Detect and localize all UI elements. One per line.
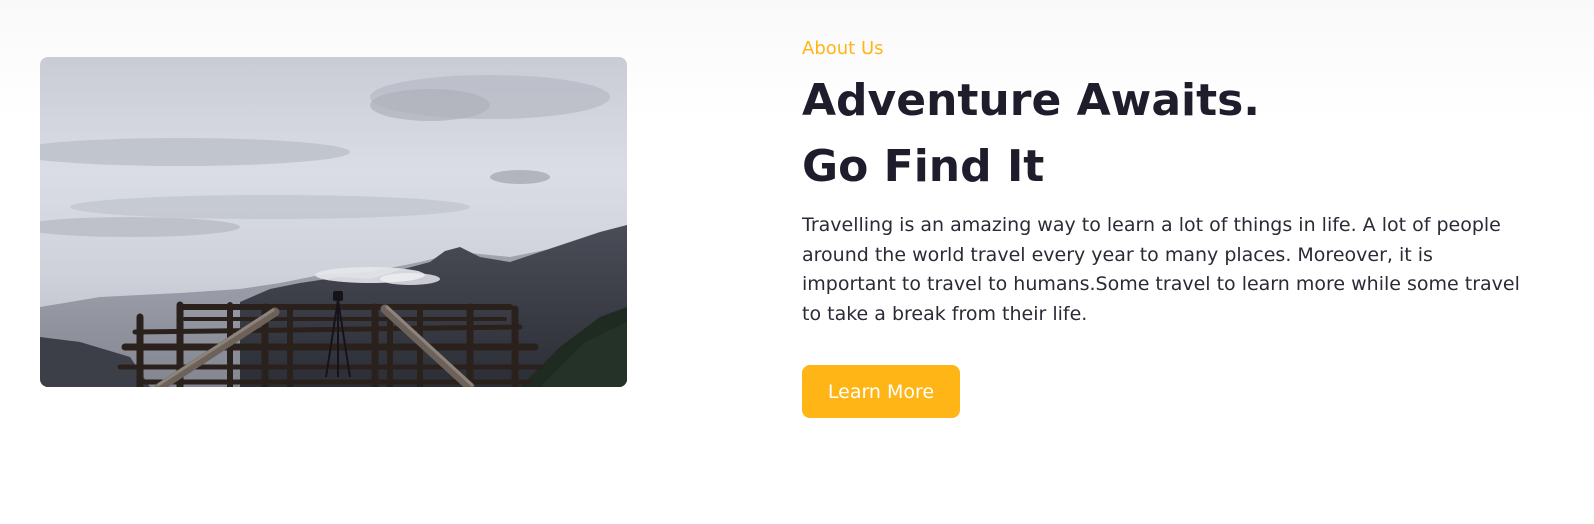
section-description: Travelling is an amazing way to learn a … — [802, 214, 1520, 325]
headline-line-1: Adventure Awaits. — [802, 75, 1261, 126]
headline-line-2: Go Find It — [802, 141, 1045, 192]
learn-more-button[interactable]: Learn More — [802, 365, 960, 418]
mountain-viewpoint-photo — [40, 57, 627, 387]
about-us-section: About Us Adventure Awaits. Go Find It Tr… — [0, 0, 1594, 524]
section-eyebrow: About Us — [802, 38, 884, 59]
section-headline: Adventure Awaits. Go Find It — [802, 68, 1260, 200]
